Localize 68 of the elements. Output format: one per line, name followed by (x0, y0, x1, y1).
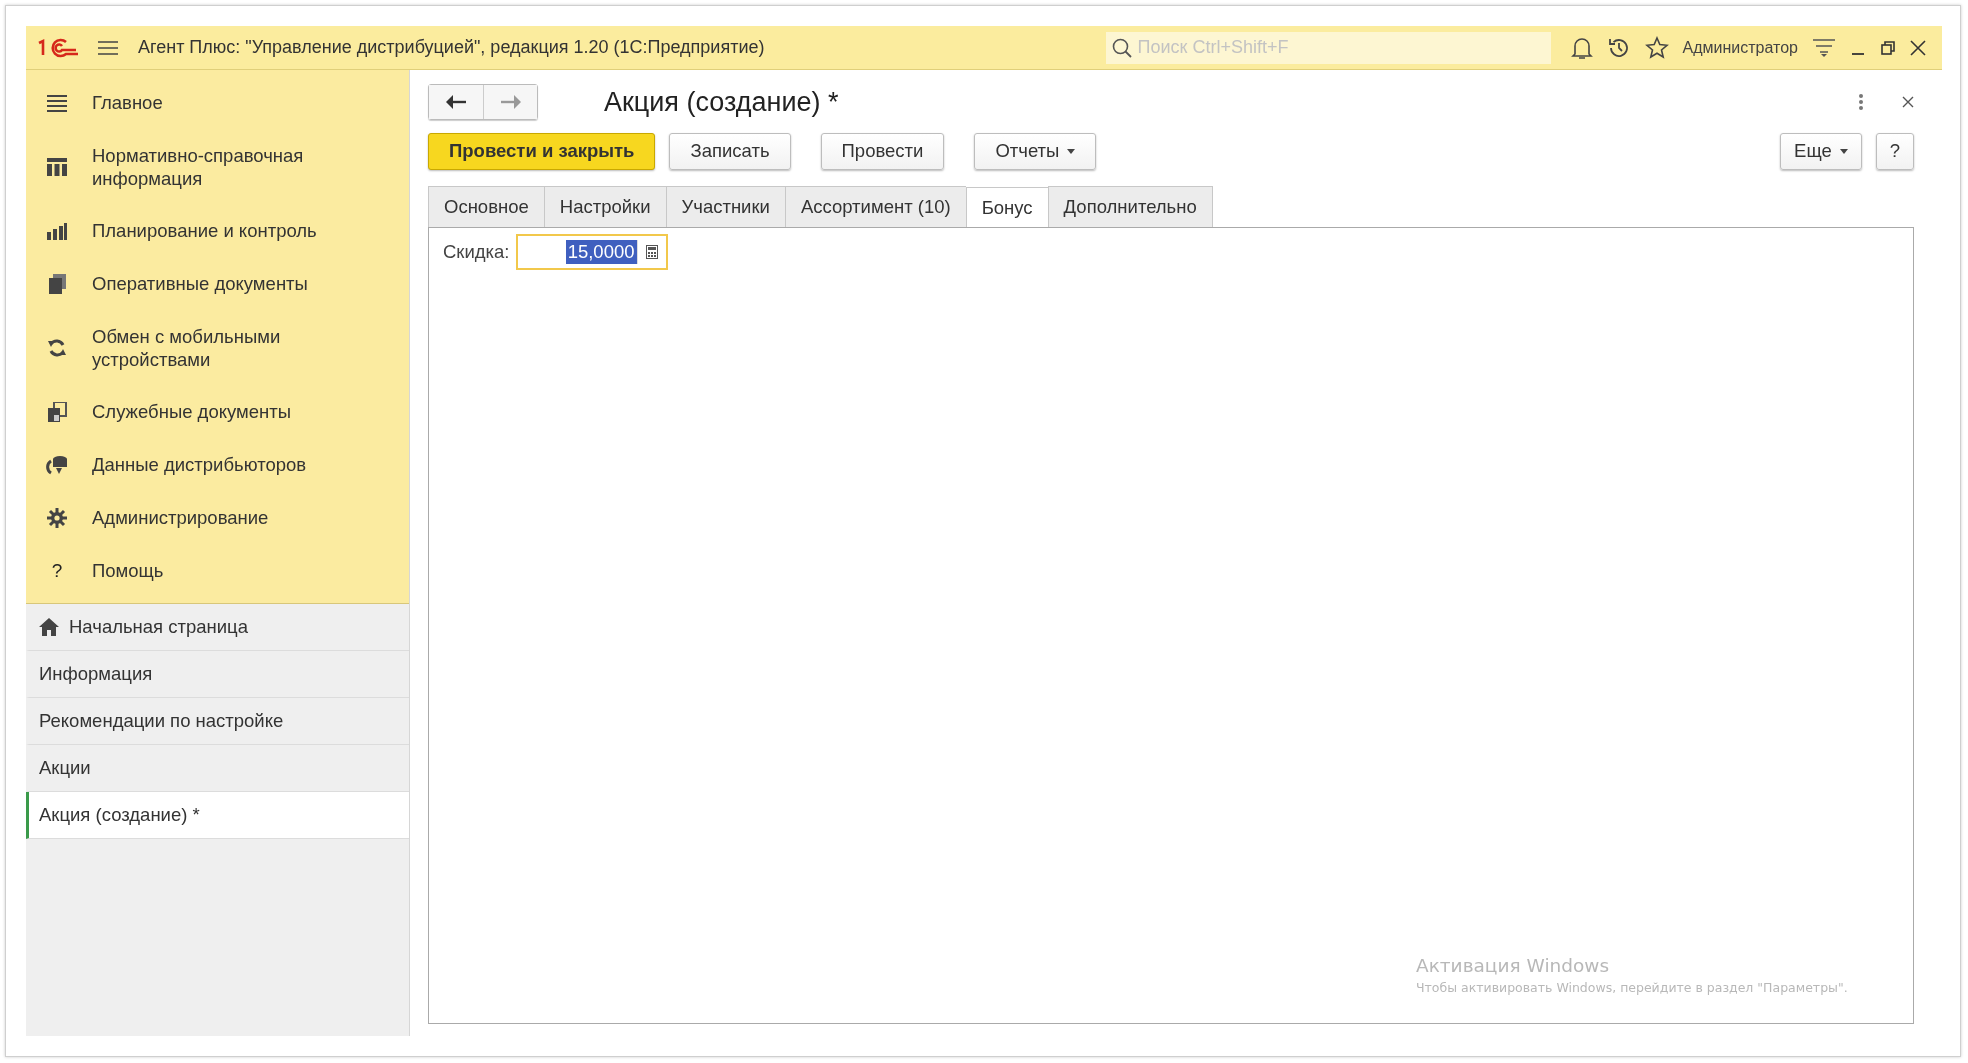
section-label: Помощь (92, 559, 164, 582)
section-item[interactable]: Главное (26, 76, 409, 129)
caret-icon (1067, 148, 1076, 154)
section-label: Главное (92, 91, 163, 114)
search-field[interactable]: Поиск Ctrl+Shift+F (1105, 31, 1551, 64)
section-label: Администрирование (92, 506, 269, 529)
home-icon (39, 618, 59, 636)
open-window-item[interactable]: Акция (создание) * (26, 792, 409, 839)
toolbar-button[interactable]: Отчеты (974, 132, 1097, 170)
toolbar-button[interactable]: Записать (669, 132, 791, 170)
help-icon: ? (51, 559, 63, 582)
database-sync-icon (46, 454, 68, 475)
discount-field[interactable]: 15,0000 (515, 234, 668, 270)
calculator-icon[interactable] (645, 245, 658, 259)
refresh-icon (47, 337, 67, 358)
arrow-left-icon (446, 95, 466, 109)
close-icon[interactable] (1910, 39, 1926, 56)
menu-icon (47, 93, 67, 112)
more-icon[interactable] (1858, 93, 1864, 111)
window-title: Агент Плюс: "Управление дистрибуцией", редакция 1.20 (1С:Предприятие) (138, 37, 765, 58)
section-label: Служебные документы (92, 400, 292, 423)
section-item[interactable]: ? Помощь (26, 544, 409, 597)
documents-icon (47, 401, 67, 422)
back-button[interactable] (429, 85, 483, 119)
section-item[interactable]: Планирование и контроль (26, 204, 409, 257)
open-window-item[interactable]: Информация (26, 651, 409, 698)
open-window-item[interactable]: Рекомендации по настройке (26, 698, 409, 745)
toolbar-button[interactable]: Провести и закрыть (428, 132, 656, 170)
form-title: Акция (создание) * (604, 86, 839, 118)
tab[interactable]: Участники (665, 186, 785, 227)
activation-title: Активация Windows (1416, 955, 1611, 976)
field-label: Скидка: (443, 241, 510, 263)
section-item[interactable]: Администрирование (26, 491, 409, 544)
section-item[interactable]: Служебные документы (26, 385, 409, 438)
menu-icon[interactable] (98, 39, 118, 56)
toolbar-button[interactable]: ? (1875, 132, 1914, 170)
restore-icon[interactable] (1880, 39, 1896, 56)
section-label: Оперативные документы (92, 272, 308, 295)
toolbar-button[interactable]: Провести (820, 132, 945, 170)
documents-icon (47, 273, 67, 294)
bar-chart-icon (47, 221, 67, 240)
filter-icon[interactable] (1812, 37, 1836, 58)
columns-icon (47, 157, 67, 176)
arrow-right-icon (500, 95, 521, 109)
section-item[interactable]: Обмен с мобильными устройствами (26, 310, 409, 385)
section-item[interactable]: Данные дистрибьюторов (26, 438, 409, 491)
tab[interactable]: Бонус (965, 187, 1048, 228)
search-icon (1111, 37, 1132, 58)
bell-icon[interactable] (1570, 35, 1593, 60)
activation-text: Чтобы активировать Windows, перейдите в раздел "Параметры". (1416, 980, 1849, 995)
settings-icon (47, 507, 67, 528)
close-icon[interactable] (1902, 96, 1914, 108)
section-label: Планирование и контроль (92, 219, 317, 242)
open-window-item[interactable]: Начальная страница (26, 604, 409, 651)
logo-icon (36, 36, 80, 59)
section-label: Нормативно-справочная информация (92, 143, 305, 190)
user-name[interactable]: Администратор (1682, 38, 1798, 57)
section-item[interactable]: Оперативные документы (26, 257, 409, 310)
tab[interactable]: Ассортимент (10) (784, 186, 966, 227)
section-label: Данные дистрибьюторов (92, 453, 307, 476)
section-item[interactable]: Нормативно-справочная информация (26, 129, 409, 204)
caret-icon (1839, 148, 1848, 154)
section-label: Обмен с мобильными устройствами (92, 324, 282, 371)
toolbar-button[interactable]: Еще (1780, 132, 1862, 170)
tab[interactable]: Дополнительно (1047, 186, 1213, 227)
tab[interactable]: Настройки (543, 186, 666, 227)
tab[interactable]: Основное (428, 186, 544, 227)
star-icon[interactable] (1644, 35, 1669, 60)
